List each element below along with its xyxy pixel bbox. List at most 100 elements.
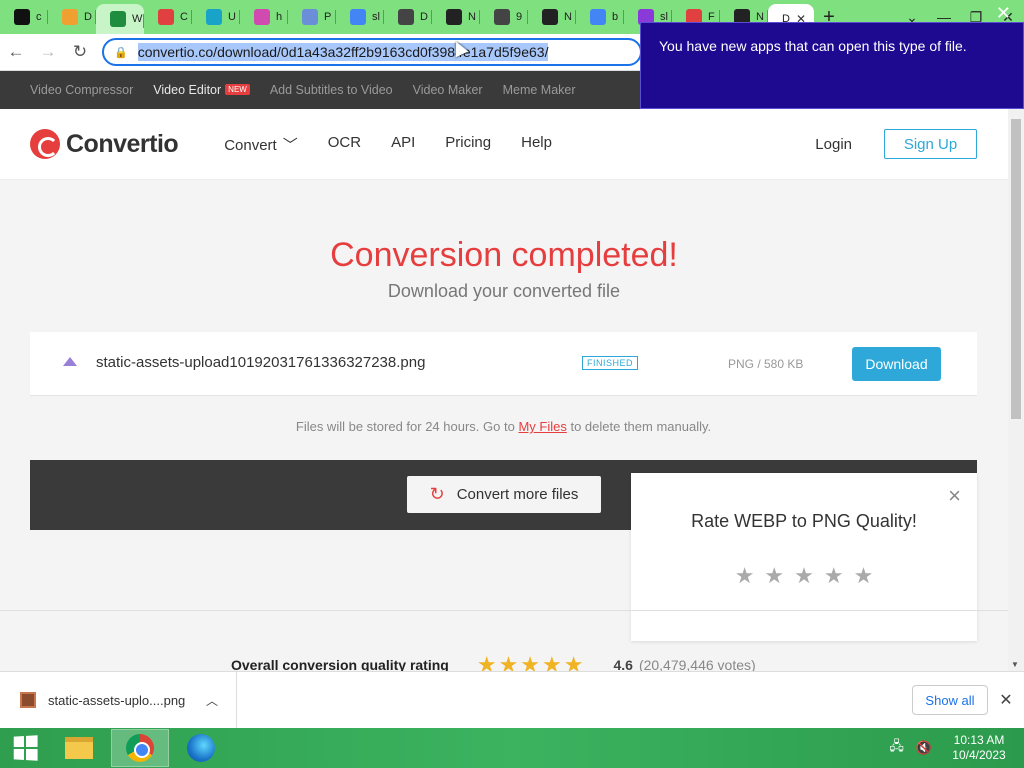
open-with-notification[interactable]: ✕ You have new apps that can open this t… [640,3,1024,109]
main-content: Conversion completed! Download your conv… [0,180,1008,677]
lock-icon[interactable]: 🔒 [114,46,128,59]
clock-date: 10/4/2023 [952,748,1006,762]
signup-button[interactable]: Sign Up [884,129,977,159]
video-editor-label: Video Editor [153,83,222,97]
add-subtitles-link[interactable]: Add Subtitles to Video [270,83,393,97]
edge-taskbar-button[interactable] [172,729,230,767]
download-item[interactable]: static-assets-uplo....png ︿ [0,671,237,729]
forward-button[interactable]: → [32,42,64,62]
tab-label: D [84,11,92,23]
reload-button[interactable]: ↻ [64,42,96,62]
ai-icon [446,9,462,25]
site-header: Convertio Convert ﹀ OCR API Pricing Help … [0,109,1008,180]
tab-label: sl [372,11,380,23]
sheet-icon [110,11,126,27]
start-button[interactable] [0,735,50,761]
globe-icon [494,9,510,25]
browser-tab[interactable]: N [432,0,480,34]
network-icon[interactable]: 🖧 [889,737,904,759]
convert-more-button[interactable]: ↻ Convert more files [407,476,601,513]
browser-tab[interactable]: D [384,0,432,34]
browser-tab[interactable]: N [528,0,576,34]
video-maker-link[interactable]: Video Maker [413,83,483,97]
nav-api[interactable]: API [391,134,415,155]
scrollbar-thumb[interactable] [1011,119,1021,419]
browser-tab[interactable]: C [144,0,192,34]
rating-stars-input[interactable]: ★★★★★ [631,563,977,589]
ai-icon [542,9,558,25]
clock-time: 10:13 AM [953,733,1005,747]
file-row: static-assets-upload10192031761336327238… [30,332,977,396]
page-subtitle: Download your converted file [387,281,621,301]
back-button[interactable]: ← [0,42,32,62]
close-icon[interactable]: × [948,485,961,507]
tab-label: D [420,11,428,23]
new-badge: NEW [225,84,250,95]
browser-tab[interactable]: D [48,0,96,34]
file-name: static-assets-upload10192031761336327238… [96,354,426,371]
rating-popup: × Rate WEBP to PNG Quality! ★★★★★ [631,473,977,641]
google-icon [590,9,606,25]
tab-label: 9 [516,11,523,23]
nav-convert[interactable]: Convert ﹀ [224,134,298,155]
image-file-icon [60,354,80,374]
chevron-up-icon[interactable]: ︿ [206,692,218,709]
notification-text: You have new apps that can open this typ… [659,38,967,54]
auth-links: Login Sign Up [815,129,977,159]
my-files-link[interactable]: My Files [518,419,566,434]
system-tray: 🖧 🔇 10:13 AM 10/4/2023 [889,733,1014,763]
edge-icon [187,734,215,762]
notification-close-icon[interactable]: ✕ [996,3,1011,23]
wave-icon [206,9,222,25]
tab-label: h [276,11,283,23]
file-info: PNG / 580 KB [728,357,804,371]
show-all-button[interactable]: Show all [912,685,988,715]
page-scrollbar[interactable]: ▼ [1008,109,1024,671]
video-editor-link[interactable]: Video Editor NEW [153,83,250,97]
rating-popup-title: Rate WEBP to PNG Quality! [691,511,917,531]
meme-maker-link[interactable]: Meme Maker [503,83,576,97]
google-icon [350,9,366,25]
chrome-taskbar-button[interactable] [111,729,169,767]
tab-label: C [180,11,188,23]
refresh-icon: ↻ [429,484,445,504]
address-bar[interactable]: 🔒 convertio.co/download/0d1a43a32ff2b916… [102,38,642,66]
taskbar: 🖧 🔇 10:13 AM 10/4/2023 [0,728,1024,768]
download-button[interactable]: Download [852,347,941,381]
volume-muted-icon[interactable]: 🔇 [916,740,932,756]
tab-label: U [228,11,236,23]
browser-tab[interactable]: 9 [480,0,528,34]
close-shelf-icon[interactable]: ✕ [988,690,1024,710]
storage-note: Files will be stored for 24 hours. Go to… [30,396,977,460]
logo-text: Convertio [66,129,179,158]
convertio-logo-icon [30,129,60,159]
browser-tab[interactable]: b [576,0,624,34]
chevron-down-icon: ﹀ [282,136,298,154]
clock[interactable]: 10:13 AM 10/4/2023 [944,733,1014,763]
browser-tab[interactable]: h [240,0,288,34]
url-text[interactable]: convertio.co/download/0d1a43a32ff2b9163c… [137,43,549,61]
lock-icon [158,9,174,25]
video-compressor-link[interactable]: Video Compressor [30,83,133,97]
login-link[interactable]: Login [815,136,852,153]
download-filename: static-assets-uplo....png [48,692,186,708]
status-badge: FINISHED [582,356,639,370]
nav-help[interactable]: Help [521,134,552,155]
browser-tab[interactable]: W [96,4,144,34]
pen-icon [62,9,78,25]
folder-icon [65,737,93,759]
file-explorer-button[interactable] [50,729,108,767]
page-title: Conversion completed! [330,236,678,274]
scroll-down-icon[interactable]: ▼ [1011,660,1019,669]
browser-tab[interactable]: c [0,0,48,34]
browser-tab[interactable]: sl [336,0,384,34]
download-shelf: static-assets-uplo....png ︿ Show all ✕ [0,671,1024,729]
storage-note-suffix: to delete them manually. [570,419,712,434]
browser-tab[interactable]: U [192,0,240,34]
divider [0,610,1008,611]
nav-pricing[interactable]: Pricing [445,134,491,155]
nav-ocr[interactable]: OCR [328,134,361,155]
convertio-logo[interactable]: Convertio [30,129,179,159]
browser-tab[interactable]: P [288,0,336,34]
tab-label: b [612,11,619,23]
